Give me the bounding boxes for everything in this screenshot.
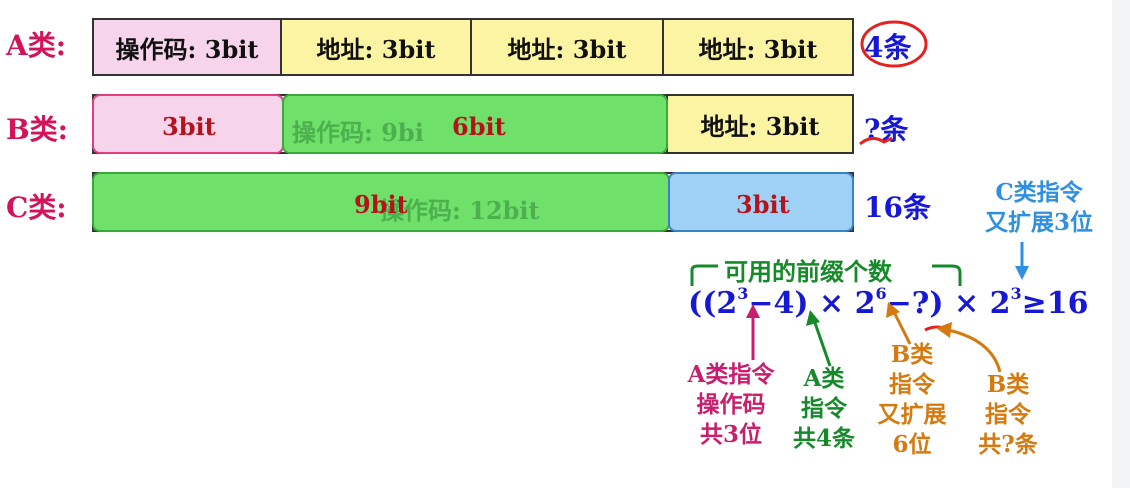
note-b-count-line3: 共?条: [978, 431, 1038, 458]
note-b-extend-line2: 指令: [889, 371, 935, 398]
note-b-count-line1: B类: [986, 371, 1030, 398]
row-b-address-text: 地址: 3bit: [700, 111, 820, 141]
formula-open: ((2: [688, 286, 738, 321]
note-b-count: B类 指令 共?条: [966, 370, 1050, 460]
note-b-extend-line1: B类: [890, 341, 934, 368]
row-b-seg2-text: 6bit: [452, 112, 506, 141]
note-c-extend-line2: 又扩展3位: [984, 209, 1093, 236]
formula-exp3: 3: [1010, 284, 1022, 303]
row-a-address-segment-1: 地址: 3bit: [280, 20, 470, 74]
arrow-a-count: [806, 310, 832, 367]
row-c-label: C类:: [6, 191, 67, 224]
note-b-extend: B类 指令 又扩展 6位: [864, 340, 960, 460]
note-c-extend-line1: C类指令: [995, 179, 1083, 206]
note-a-count-line2: 指令: [801, 395, 847, 422]
formula-part4: ≥16: [1021, 286, 1089, 321]
note-a-count-line1: A类: [803, 365, 845, 392]
note-a-count-line3: 共4条: [792, 425, 855, 452]
row-c-seg2-text: 3bit: [736, 190, 790, 219]
row-b-ghost-opcode: 操作码: 9bi: [292, 118, 424, 147]
row-b-seg1-text: 3bit: [162, 112, 216, 141]
row-a-opcode-segment: 操作码: 3bit: [94, 20, 280, 74]
row-b-address-segment: 地址: 3bit: [666, 96, 852, 152]
row-a-address-segment-3: 地址: 3bit: [662, 20, 852, 74]
row-c-seg1-text: 9bit: [354, 190, 408, 219]
row-a-label: A类:: [6, 29, 67, 62]
row-a-address-segment-2: 地址: 3bit: [470, 20, 662, 74]
note-b-count-line2: 指令: [985, 401, 1031, 428]
row-b-label: B类:: [6, 113, 69, 146]
note-a-count: A类 指令 共4条: [786, 364, 862, 454]
note-a-opcode-line2: 操作码: [696, 391, 766, 418]
note-b-extend-line3: 又扩展: [877, 401, 947, 428]
note-b-extend-line4: 6位: [892, 431, 932, 458]
arrow-a-opcode: [746, 304, 760, 360]
note-a-opcode-line1: A类指令: [687, 361, 775, 388]
row-b-red-mark: [859, 136, 893, 146]
row-c-count: 16条: [864, 191, 931, 224]
arrow-c-extend: [1015, 242, 1029, 280]
note-a-opcode: A类指令 操作码 共3位: [676, 360, 786, 450]
right-edge-strip: [1112, 0, 1130, 488]
note-c-extend: C类指令 又扩展3位: [964, 178, 1114, 238]
row-a-count-circle: [860, 20, 928, 68]
note-a-opcode-line3: 共3位: [699, 421, 762, 448]
